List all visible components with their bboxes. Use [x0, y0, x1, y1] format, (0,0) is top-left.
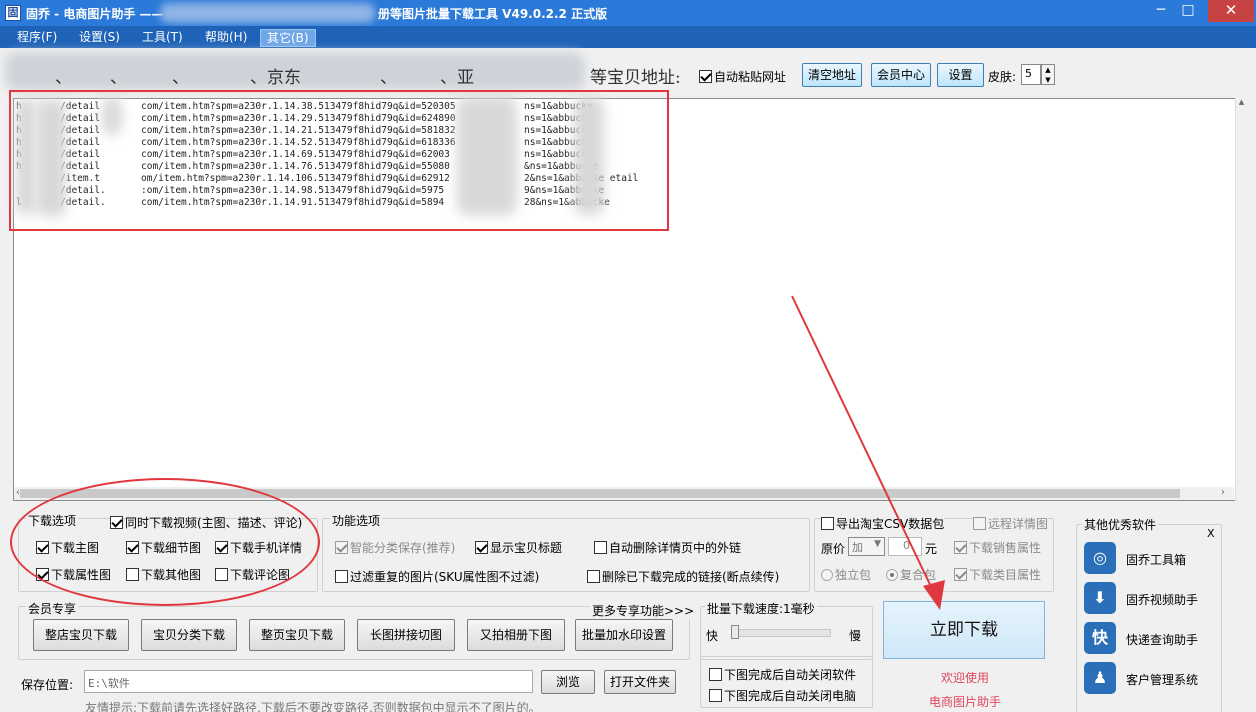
speed-slider-track[interactable] [731, 629, 831, 637]
option-label: 下载销售属性 [969, 541, 1042, 555]
blurred-title-segment [160, 3, 375, 23]
other-software-title: 其他优秀软件 [1082, 516, 1159, 533]
scroll-up-icon[interactable]: ▲ [1236, 98, 1247, 106]
site-fragment: 、 [55, 68, 72, 88]
download-options-annotation [10, 478, 320, 606]
smart-save-checkbox[interactable]: 智能分类保存(推荐) [335, 539, 455, 556]
settings-button[interactable]: 设置 [937, 63, 984, 87]
checkbox-box[interactable] [594, 541, 607, 554]
delete-done-links-checkbox[interactable]: 删除已下载完成的链接(断点续传) [587, 568, 779, 585]
remote-detail-checkbox[interactable]: 远程详情图 [973, 515, 1049, 532]
upyun-album-download-button[interactable]: 又拍相册下图 [467, 619, 565, 651]
window-title-left: 固乔 - 电商图片助手 —— [26, 7, 164, 21]
category-attribute-checkbox[interactable]: 下载类目属性 [954, 566, 1041, 583]
express-query-icon[interactable]: 快 [1084, 622, 1116, 654]
auto-paste-label: 自动粘贴网址 [714, 70, 787, 84]
skin-spinner[interactable]: ▲ ▼ [1041, 64, 1055, 85]
spin-up-icon[interactable]: ▲ [1042, 65, 1054, 75]
title-bar: 固 固乔 - 电商图片助手 —— 册等图片批量下载工具 V49.0.2.2 正式… [0, 0, 1256, 26]
long-image-split-button[interactable]: 长图拼接切图 [357, 619, 455, 651]
download-arrow-annotation [791, 295, 945, 610]
address-suffix-label: 等宝贝地址: [590, 68, 681, 88]
arrowhead-icon [923, 580, 945, 610]
close-software-checkbox[interactable]: 下图完成后自动关闭软件 [709, 666, 856, 683]
option-label: 远程详情图 [988, 517, 1049, 531]
filter-duplicate-checkbox[interactable]: 过滤重复的图片(SKU属性图不过滤) [335, 568, 539, 585]
save-hint: 友情提示:下载前请先选择好路径,下载后不要改变路径,否则数据包中显示不了图片的。 [85, 701, 541, 712]
whole-page-download-button[interactable]: 整页宝贝下载 [249, 619, 345, 651]
browse-button[interactable]: 浏览 [541, 670, 595, 694]
auto-paste-checkbox[interactable]: 自动粘贴网址 [699, 68, 786, 85]
function-options-title: 功能选项 [330, 512, 383, 529]
checkbox-box[interactable] [587, 570, 600, 583]
site-fragment: 、亚 [440, 68, 474, 88]
checkbox-box[interactable] [335, 541, 348, 554]
window-title-right: 册等图片批量下载工具 V49.0.2.2 正式版 [378, 7, 608, 21]
spin-down-icon[interactable]: ▼ [1042, 75, 1054, 85]
member-center-button[interactable]: 会员中心 [871, 63, 931, 87]
arrow-shaft [791, 295, 936, 596]
option-label: 下图完成后自动关闭电脑 [724, 689, 857, 703]
menu-settings[interactable]: 设置(S) [73, 29, 126, 47]
close-button[interactable]: ✕ [1208, 0, 1254, 22]
checkbox-box[interactable] [335, 570, 348, 583]
toolbox-icon[interactable]: ◎ [1084, 542, 1116, 574]
other-software-item-label[interactable]: 客户管理系统 [1126, 671, 1198, 688]
url-highlight-annotation [9, 90, 669, 231]
menu-tools[interactable]: 工具(T) [136, 29, 189, 47]
site-fragment: 、 [172, 68, 189, 88]
option-label: 下图完成后自动关闭软件 [724, 668, 857, 682]
welcome-text: 欢迎使用 [941, 671, 990, 685]
menu-program[interactable]: 程序(F) [11, 29, 63, 47]
checkbox-box[interactable] [475, 541, 488, 554]
close-panel-icon[interactable]: X [1207, 527, 1215, 540]
site-fragment: 、京东 [250, 68, 301, 88]
site-fragment: 、 [380, 68, 397, 88]
other-software-item-label[interactable]: 固乔工具箱 [1126, 551, 1186, 568]
menu-other[interactable]: 其它(B) [260, 29, 316, 47]
open-folder-button[interactable]: 打开文件夹 [604, 670, 676, 694]
other-software-item-label[interactable]: 固乔视频助手 [1126, 591, 1198, 608]
video-download-icon[interactable]: ⬇ [1084, 582, 1116, 614]
welcome-app-name: 电商图片助手 [929, 695, 1002, 709]
option-label: 自动删除详情页中的外链 [609, 541, 742, 555]
show-title-checkbox[interactable]: 显示宝贝标题 [475, 539, 562, 556]
customer-management-icon[interactable]: ♟ [1084, 662, 1116, 694]
shutdown-pc-checkbox[interactable]: 下图完成后自动关闭电脑 [709, 687, 856, 704]
auto-delete-links-checkbox[interactable]: 自动删除详情页中的外链 [594, 539, 741, 556]
clear-address-button[interactable]: 清空地址 [802, 63, 862, 87]
save-location-label: 保存位置: [21, 678, 74, 692]
category-download-button[interactable]: 宝贝分类下载 [141, 619, 237, 651]
checkbox-box[interactable] [973, 517, 986, 530]
option-label: 智能分类保存(推荐) [350, 541, 456, 555]
option-label: 过滤重复的图片(SKU属性图不过滤) [350, 570, 540, 584]
app-logo-icon: 固 [5, 5, 21, 21]
checkbox-box[interactable] [699, 70, 712, 83]
member-group-title: 会员专享 [26, 600, 79, 617]
speed-slow-label: 慢 [849, 629, 862, 643]
maximize-button[interactable]: □ [1172, 0, 1204, 22]
option-label: 下载类目属性 [969, 568, 1042, 582]
batch-watermark-button[interactable]: 批量加水印设置 [575, 619, 673, 651]
skin-label: 皮肤: [988, 70, 1017, 84]
save-path-input[interactable]: E:\软件 [84, 670, 533, 693]
option-label: 删除已下载完成的链接(断点续传) [602, 570, 780, 584]
checkbox-box[interactable] [709, 668, 722, 681]
sales-attribute-checkbox[interactable]: 下载销售属性 [954, 539, 1041, 556]
scroll-right-icon[interactable]: › [1221, 487, 1225, 498]
whole-shop-download-button[interactable]: 整店宝贝下载 [33, 619, 129, 651]
skin-input[interactable]: 5 [1021, 64, 1041, 85]
scroll-left-icon[interactable]: ‹ [16, 487, 20, 498]
more-features-link[interactable]: 更多专享功能>>> [590, 602, 697, 619]
speed-slider-thumb[interactable] [731, 625, 739, 639]
speed-fast-label: 快 [706, 629, 719, 643]
menu-bar: 程序(F) 设置(S) 工具(T) 帮助(H) 其它(B) [0, 26, 1256, 48]
checkbox-box[interactable] [709, 689, 722, 702]
site-fragment: 、 [110, 68, 127, 88]
option-label: 显示宝贝标题 [490, 541, 563, 555]
menu-help[interactable]: 帮助(H) [199, 29, 253, 47]
other-software-item-label[interactable]: 快递查询助手 [1126, 631, 1198, 648]
url-vertical-scrollbar[interactable]: ▲ [1235, 98, 1247, 501]
